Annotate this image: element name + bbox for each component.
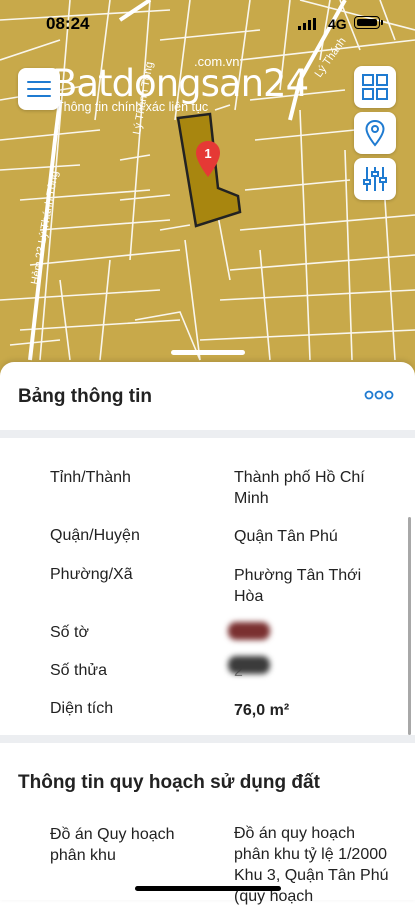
section-divider — [0, 735, 415, 743]
row-value-area: 76,0 m² — [234, 702, 290, 719]
status-bar: 08:24 4G — [0, 0, 415, 48]
sheet-drag-handle[interactable] — [171, 350, 245, 355]
filter-button[interactable] — [354, 158, 396, 200]
row-label-area: Diện tích — [50, 700, 114, 717]
status-time: 08:24 — [46, 14, 90, 33]
planning-section-title: Thông tin quy hoạch sử dụng đất — [18, 772, 320, 793]
menu-icon-bar — [27, 88, 51, 90]
row-value-province: Thành phố Hồ Chí Minh — [234, 469, 365, 507]
row-label-district: Quận/Huyện — [50, 527, 140, 544]
location-pin-icon — [365, 119, 385, 147]
network-type: 4G — [328, 16, 347, 32]
menu-icon — [27, 81, 51, 83]
section-divider — [0, 430, 415, 438]
logo-tagline: Thông tin chính xác liên tục — [56, 100, 209, 114]
plot-marker[interactable]: 1 — [196, 141, 220, 177]
plot-number: 1 — [204, 146, 211, 161]
layers-button[interactable] — [354, 66, 396, 108]
row-label-sheet-number: Số tờ — [50, 624, 89, 641]
menu-icon-bar — [27, 95, 51, 97]
more-icon[interactable] — [364, 390, 394, 400]
scrollbar[interactable] — [408, 517, 411, 735]
row-value-zoning-plan: Đồ án quy hoạch phân khu tỷ lệ 1/2000 Kh… — [234, 825, 389, 905]
sheet-title: Bảng thông tin — [18, 386, 153, 407]
sliders-icon — [363, 167, 387, 191]
row-label-province: Tỉnh/Thành — [50, 469, 131, 486]
locate-button[interactable] — [354, 112, 396, 154]
home-indicator[interactable] — [135, 886, 281, 891]
signal-icon — [298, 18, 316, 30]
logo-brand: Batdongsan24 — [52, 62, 309, 105]
map-pin-icon: 1 — [196, 141, 220, 177]
grid-icon — [362, 74, 388, 100]
battery-icon — [354, 16, 383, 29]
redacted-value — [228, 656, 270, 674]
row-label-zoning-plan: Đồ án Quy hoạch phân khu — [50, 826, 175, 864]
brand-logo: .com.vn Batdongsan24 Thông tin chính xác… — [52, 54, 309, 120]
redacted-value — [228, 622, 270, 640]
row-value-ward: Phường Tân Thới Hòa — [234, 567, 362, 605]
info-sheet: Bảng thông tin Tỉnh/Thành Thành phố Hồ C… — [0, 362, 415, 905]
row-label-ward: Phường/Xã — [50, 566, 133, 583]
row-label-plot-number: Số thửa — [50, 662, 107, 679]
street-label: Hẻm 23 Lý Thánh Tông — [29, 170, 61, 286]
row-value-district: Quận Tân Phú — [234, 528, 338, 545]
